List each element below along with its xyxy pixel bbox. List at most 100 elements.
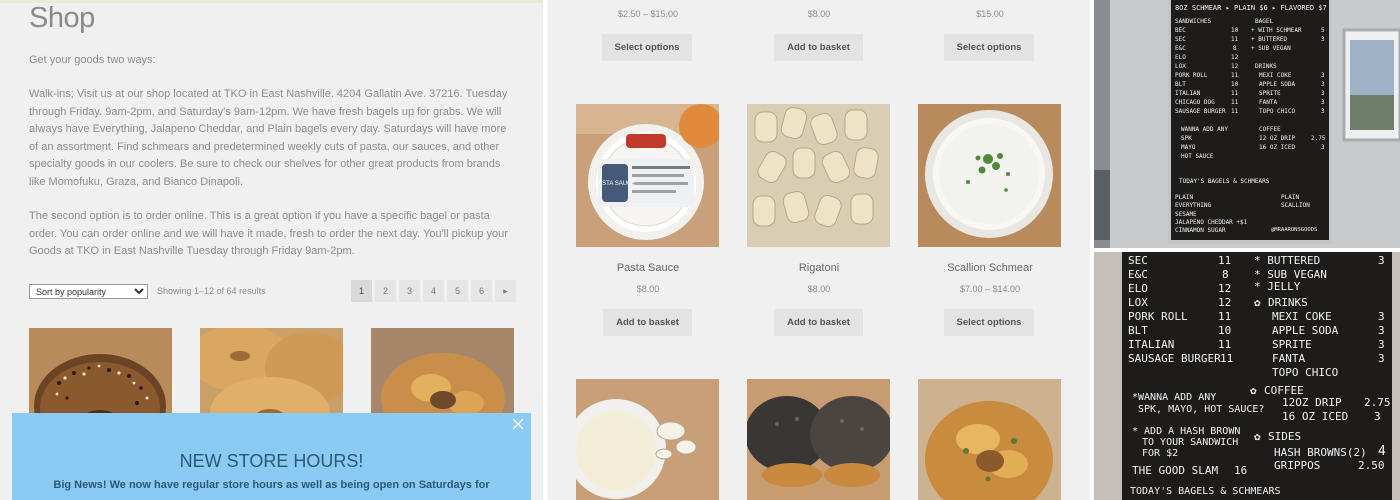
page-3-button[interactable]: 3 [399,280,420,302]
add-on-item: SPK [1181,135,1192,142]
menu-price: 11 [1218,254,1232,267]
menu-price: 11 [1218,310,1232,323]
menu-item: APPLE SODA [1259,81,1296,88]
select-options-button[interactable]: Select options [944,309,1034,336]
bagel-flavor: SESAME [1175,211,1197,218]
menu-item: HASH BROWNS(2) [1274,446,1367,459]
menu-price: 3 [1378,254,1385,267]
todays-bagels-heading: TODAY'S BAGELS & SCHMEARS [1179,178,1270,185]
todays-bagels-heading: TODAY'S BAGELS & SCHMEARS [1130,486,1281,497]
pasta-sauce-image[interactable]: PASTA SAUCE [576,104,719,247]
menu-price: 2.50 [1358,459,1385,472]
menu-item: LOX [1175,63,1186,70]
menu-item: PORK ROLL [1175,72,1208,79]
menu-price: 11 [1231,36,1239,43]
menu-price: 10 [1231,81,1239,88]
menu-item: + WITH SCHMEAR [1251,27,1302,34]
select-options-button[interactable]: Select options [602,34,692,61]
menu-item: CHICAGO DOG [1175,99,1215,106]
drinks-heading-icon: ✿ [1254,296,1261,309]
add-to-basket-button[interactable]: Add to basket [774,309,863,336]
menu-price: 8 [1222,268,1229,281]
product-price: $8.00 [636,284,660,294]
walkin-paragraph: Walk-ins; Visit us at our shop located a… [29,88,508,188]
menu-price: 3 [1321,36,1325,43]
schmear-flavor: SCALLION [1281,202,1310,209]
menu-item: TOPO CHICO [1259,108,1296,115]
schmear-header: 8OZ SCHMEAR ▸ PLAIN $6 ▸ FLAVORED $7 [1175,4,1327,12]
coffee-heading-icon: ✿ [1250,384,1257,397]
jalapeno-cheddar-bagel-image[interactable] [918,379,1061,500]
menu-price: 3 [1378,338,1385,351]
menu-price: 8 [1233,45,1237,52]
online-order-paragraph: The second option is to order online. Th… [29,210,508,258]
menu-price: 11 [1231,90,1239,97]
menu-price: 12 [1231,54,1239,61]
page-1-button[interactable]: 1 [351,280,372,302]
notice-body: Big News! We now have regular store hour… [53,479,490,491]
menu-item: + BUTTERED [1251,36,1288,43]
add-to-basket-button[interactable]: Add to basket [603,309,692,336]
menu-price: 12 [1218,296,1232,309]
sides-heading-icon: ✿ [1254,430,1261,443]
hash-brown-note: FOR $2 [1142,448,1179,459]
rigatoni-image[interactable] [747,104,890,247]
select-options-button[interactable]: Select options [944,34,1034,61]
menu-board-closeup: SEC 11 E&C 8 ELO 12 LOX 12 PORK ROLL 11 … [1122,252,1392,500]
drinks-heading: DRINKS [1268,296,1308,309]
page-5-button[interactable]: 5 [447,280,468,302]
menu-price: 3 [1378,324,1385,337]
pagination: 1 2 3 4 5 6 ▸ [351,280,516,302]
product-name-scallion-schmear[interactable]: Scallion Schmear [910,262,1070,274]
product-price: $8.00 [807,9,831,19]
menu-price: 3 [1378,310,1385,323]
menu-item: 16 OZ ICED [1282,410,1349,423]
sandwiches-heading: SANDWICHES [1175,18,1212,25]
menu-item: LOX [1128,296,1148,309]
product-price: $15.00 [976,9,1004,19]
jar-label-text: PASTA SAUCE [595,181,636,187]
page-2-button[interactable]: 2 [375,280,396,302]
garlic-schmear-image[interactable] [576,379,719,500]
poppy-bagel-image[interactable] [747,379,890,500]
menu-price: 11 [1231,72,1239,79]
add-ons-line: *WANNA ADD ANY [1132,392,1217,403]
menu-board-photo-closeup[interactable]: SEC 11 E&C 8 ELO 12 LOX 12 PORK ROLL 11 … [1094,252,1400,500]
menu-price: 10 [1231,27,1239,34]
menu-item: FANTA [1259,99,1278,106]
menu-board: 8OZ SCHMEAR ▸ PLAIN $6 ▸ FLAVORED $7 SAN… [1171,0,1329,240]
menu-item: SAUSAGE BURGER [1128,352,1221,365]
menu-item: E&C [1175,45,1186,52]
product-name-pasta-sauce[interactable]: Pasta Sauce [568,262,728,274]
menu-item: BLT [1175,81,1186,88]
coffee-heading: COFFEE [1259,126,1281,133]
page-6-button[interactable]: 6 [471,280,492,302]
menu-item: MEXI COKE [1259,72,1292,79]
page-4-button[interactable]: 4 [423,280,444,302]
menu-price: 2.75 [1311,135,1326,142]
sides-heading: SIDES [1268,430,1302,443]
menu-price: 2.75 [1364,396,1391,409]
sort-select[interactable]: Sort by popularity [29,284,148,299]
close-icon[interactable] [511,417,525,431]
menu-price: 10 [1218,324,1232,337]
add-ons-line: SPK, MAYO, HOT SAUCE? [1138,404,1265,415]
menu-item: TOPO CHICO [1272,366,1339,379]
scallion-schmear-image[interactable] [918,104,1061,247]
menu-item: * BUTTERED [1254,254,1321,267]
hash-brown-note: * ADD A HASH BROWN [1132,426,1241,437]
menu-item: ELO [1128,282,1148,295]
menu-item: GRIPPOS [1274,459,1321,472]
good-slam-item: THE GOOD SLAM [1132,464,1219,477]
menu-price: 11 [1218,338,1232,351]
product-name-rigatoni[interactable]: Rigatoni [739,262,899,274]
bagel-flavor: JALAPENO CHEDDAR +$1 [1175,219,1248,226]
menu-item: + SUB VEGAN [1251,45,1291,52]
drinks-heading: DRINKS [1255,63,1277,70]
menu-price: 3 [1321,108,1325,115]
add-to-basket-button[interactable]: Add to basket [774,34,863,61]
menu-price: 3 [1374,410,1381,423]
next-page-icon[interactable]: ▸ [495,280,516,302]
menu-price: 12 [1218,282,1232,295]
menu-board-photo-wide[interactable]: 8OZ SCHMEAR ▸ PLAIN $6 ▸ FLAVORED $7 SAN… [1094,0,1400,248]
